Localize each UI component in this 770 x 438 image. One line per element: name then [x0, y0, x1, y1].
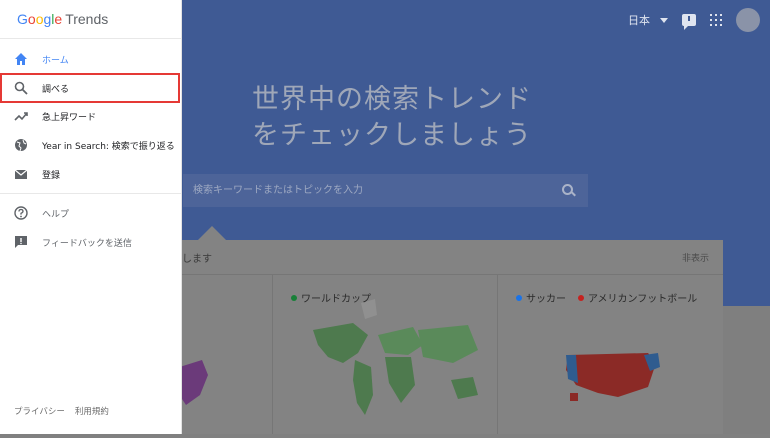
- divider: [0, 193, 181, 194]
- sidebar-item-label: ヘルプ: [42, 209, 70, 220]
- sidebar-footer: プライバシー 利用規約: [14, 405, 109, 417]
- feedback-icon: [15, 236, 27, 248]
- search-icon[interactable]: [562, 183, 576, 198]
- legend-sports: サッカー アメリカンフットボール: [516, 290, 697, 305]
- legend-worldcup: ワールドカップ: [291, 290, 371, 305]
- legend-label: サッカー: [526, 294, 566, 305]
- hero-title: 世界中の検索トレンド をチェックしましょう: [252, 84, 532, 151]
- mail-icon: [14, 169, 28, 179]
- sidebar-drawer: Google Trends ホーム 調べる 急上昇ワード Year in Sear…: [0, 0, 182, 434]
- google-trends-logo[interactable]: Google Trends: [17, 11, 108, 27]
- card-column-3[interactable]: サッカー アメリカンフットボール: [497, 275, 724, 434]
- legend-dot: [291, 294, 297, 301]
- sidebar-item-home[interactable]: ホーム: [0, 45, 181, 73]
- top-bar-actions: 日本: [628, 8, 760, 32]
- sidebar-item-subscriptions[interactable]: 登録: [0, 160, 181, 188]
- legend-dot: [578, 294, 584, 301]
- globe-icon: [15, 139, 27, 152]
- sidebar-item-label: 急上昇ワード: [42, 112, 97, 123]
- search-bar[interactable]: [183, 174, 588, 207]
- card-column-2[interactable]: ワールドカップ: [272, 275, 498, 434]
- card-pointer: [198, 226, 226, 240]
- sidebar-item-label: ホーム: [42, 55, 69, 66]
- sidebar-item-label: Year in Search: 検索で振り返る: [42, 141, 175, 152]
- sidebar-item-label: 登録: [42, 170, 61, 181]
- legend-dot: [516, 294, 522, 301]
- terms-link[interactable]: 利用規約: [75, 405, 109, 417]
- privacy-link[interactable]: プライバシー: [14, 405, 65, 417]
- sidebar-item-year-in-search[interactable]: Year in Search: 検索で振り返る: [0, 131, 181, 159]
- sidebar-item-label: フィードバックを送信: [42, 238, 132, 249]
- sidebar-item-feedback[interactable]: フィードバックを送信: [0, 228, 181, 256]
- hide-button[interactable]: 非表示: [682, 251, 709, 264]
- highlight-box: [0, 73, 180, 103]
- sidebar-item-trending[interactable]: 急上昇ワード: [0, 102, 181, 130]
- trending-card: します 非表示 ワールドカップ サッカー アメリカンフットボール: [160, 240, 723, 434]
- avatar[interactable]: [736, 8, 760, 32]
- legend-label: アメリカンフットボール: [588, 294, 698, 305]
- language-label: 日本: [628, 14, 650, 27]
- home-icon: [15, 53, 27, 65]
- legend-label: ワールドカップ: [301, 294, 371, 305]
- help-icon: [14, 206, 28, 220]
- language-selector[interactable]: 日本: [628, 12, 668, 28]
- chevron-down-icon: [660, 17, 668, 23]
- card-header: します 非表示: [160, 240, 723, 275]
- search-input[interactable]: [183, 184, 562, 197]
- feedback-icon[interactable]: [682, 14, 696, 30]
- sidebar-item-help[interactable]: ヘルプ: [0, 199, 181, 227]
- trending-up-icon: [14, 112, 28, 121]
- card-title: します: [182, 254, 212, 265]
- divider: [0, 38, 181, 39]
- apps-grid-icon[interactable]: [710, 14, 722, 26]
